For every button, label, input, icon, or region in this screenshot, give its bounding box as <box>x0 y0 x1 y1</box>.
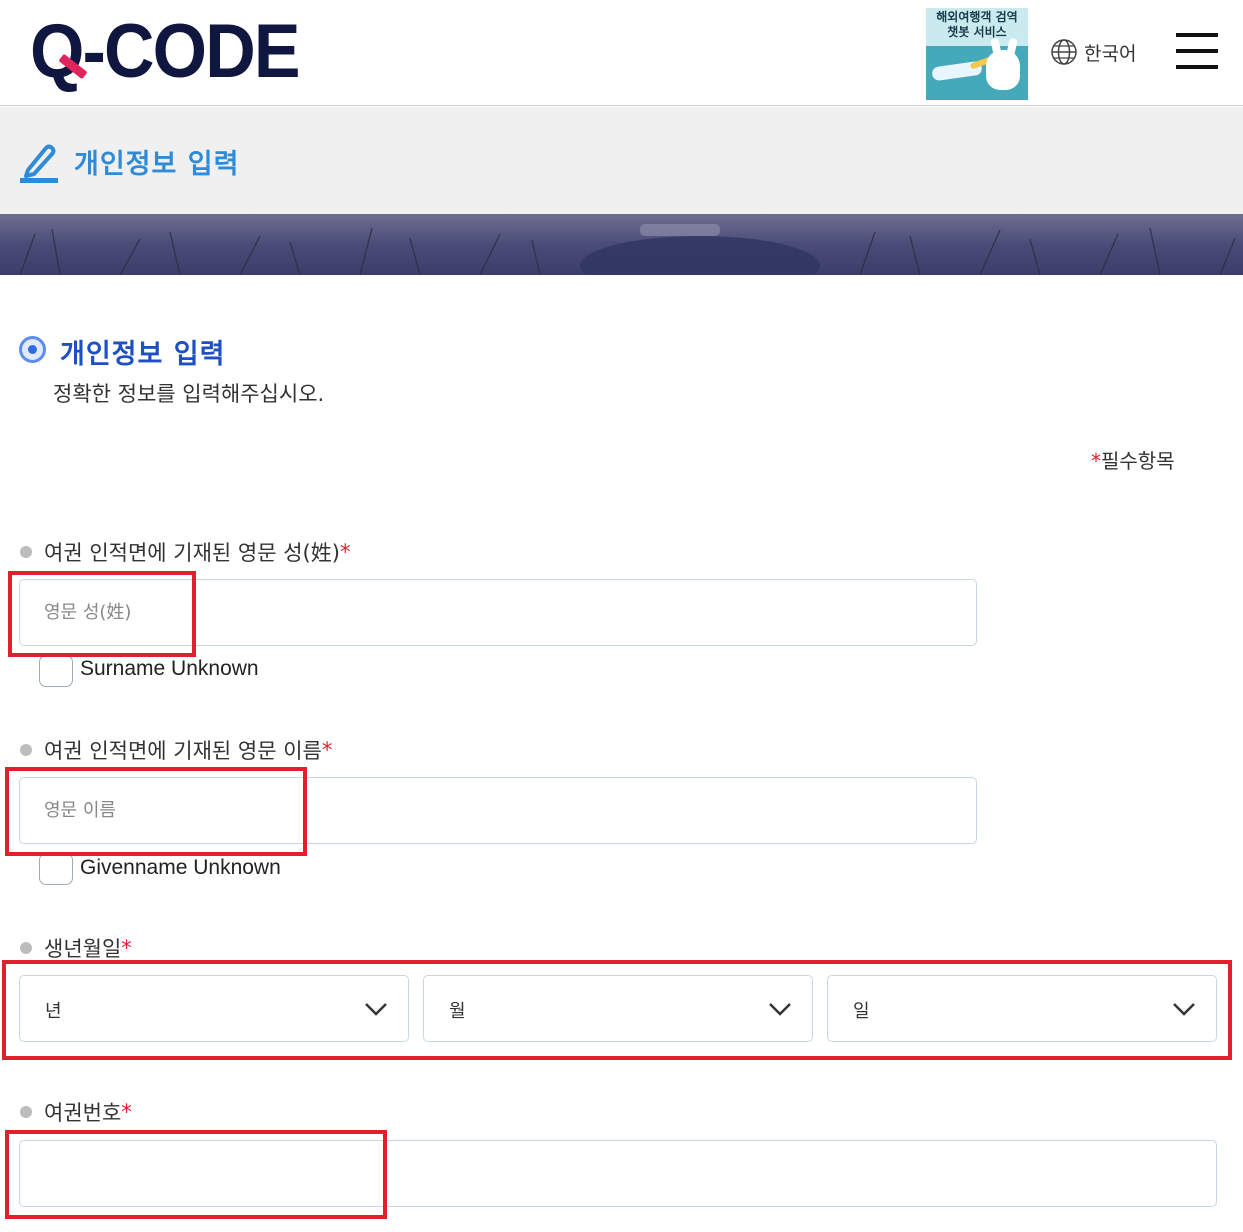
birth-day-select[interactable]: 일 <box>827 975 1217 1042</box>
passport-label-text: 여권번호 <box>44 1101 122 1125</box>
required-fields-note: *필수항목 <box>1091 445 1175 474</box>
bullet-icon <box>20 744 32 756</box>
required-star: * <box>121 936 132 960</box>
bullet-icon <box>20 1106 32 1118</box>
logo-text: -CODE <box>82 9 301 94</box>
surname-input[interactable] <box>19 579 977 646</box>
passport-field-label: 여권번호 * <box>20 1097 132 1127</box>
site-header: Q-CODE 해외여행객 검역 챗봇 서비스 한국어 <box>0 0 1243 106</box>
birth-day-value: 일 <box>853 1001 870 1022</box>
chevron-down-icon <box>365 1003 387 1016</box>
givenname-label-text: 여권 인적면에 기재된 영문 이름 <box>44 739 322 763</box>
chatbot-service-banner[interactable]: 해외여행객 검역 챗봇 서비스 <box>926 8 1028 100</box>
qcode-logo[interactable]: Q-CODE <box>30 14 322 90</box>
bunny-mascot <box>986 50 1020 90</box>
language-label: 한국어 <box>1084 42 1137 65</box>
required-star: * <box>1091 449 1101 473</box>
surname-field-label: 여권 인적면에 기재된 영문 성(姓) * <box>20 537 350 567</box>
chevron-down-icon <box>769 1003 791 1016</box>
birthdate-label-text: 생년월일 <box>44 937 122 961</box>
language-selector[interactable]: 한국어 <box>1050 38 1136 66</box>
givenname-unknown-label[interactable]: Givenname Unknown <box>80 856 281 880</box>
page-title: 개인정보 입력 <box>74 149 240 180</box>
required-star: * <box>339 540 351 564</box>
globe-icon <box>1051 39 1077 65</box>
logo-q: Q <box>30 9 84 94</box>
chatbot-banner-text: 해외여행객 검역 챗봇 서비스 <box>936 10 1018 39</box>
pen-icon <box>20 144 58 183</box>
passport-number-input[interactable] <box>19 1140 1217 1207</box>
surname-unknown-checkbox[interactable] <box>39 655 73 687</box>
surname-unknown-label[interactable]: Surname Unknown <box>80 657 259 681</box>
chevron-down-icon <box>1173 1003 1195 1016</box>
givenname-input[interactable] <box>19 777 977 844</box>
givenname-field-label: 여권 인적면에 기재된 영문 이름 * <box>20 735 332 765</box>
decorative-banner-image <box>0 214 1243 275</box>
birthdate-field-label: 생년월일 * <box>20 933 132 963</box>
bullet-icon <box>20 942 32 954</box>
section-title: 개인정보 입력 <box>60 339 226 370</box>
section-subtitle: 정확한 정보를 입력해주십시오. <box>53 382 325 406</box>
birth-year-value: 년 <box>45 1001 62 1022</box>
menu-icon[interactable] <box>1176 33 1218 69</box>
required-star: * <box>121 1100 132 1124</box>
required-note-label: 필수항목 <box>1101 449 1175 473</box>
birth-month-value: 월 <box>449 1001 466 1022</box>
surname-label-text: 여권 인적면에 기재된 영문 성(姓) <box>44 541 340 565</box>
section-marker-icon <box>19 336 46 363</box>
required-star: * <box>321 738 333 762</box>
givenname-unknown-checkbox[interactable] <box>39 853 73 885</box>
birth-month-select[interactable]: 월 <box>423 975 813 1042</box>
reeds-illustration <box>19 224 1236 275</box>
bullet-icon <box>20 546 32 558</box>
birth-year-select[interactable]: 년 <box>19 975 409 1042</box>
